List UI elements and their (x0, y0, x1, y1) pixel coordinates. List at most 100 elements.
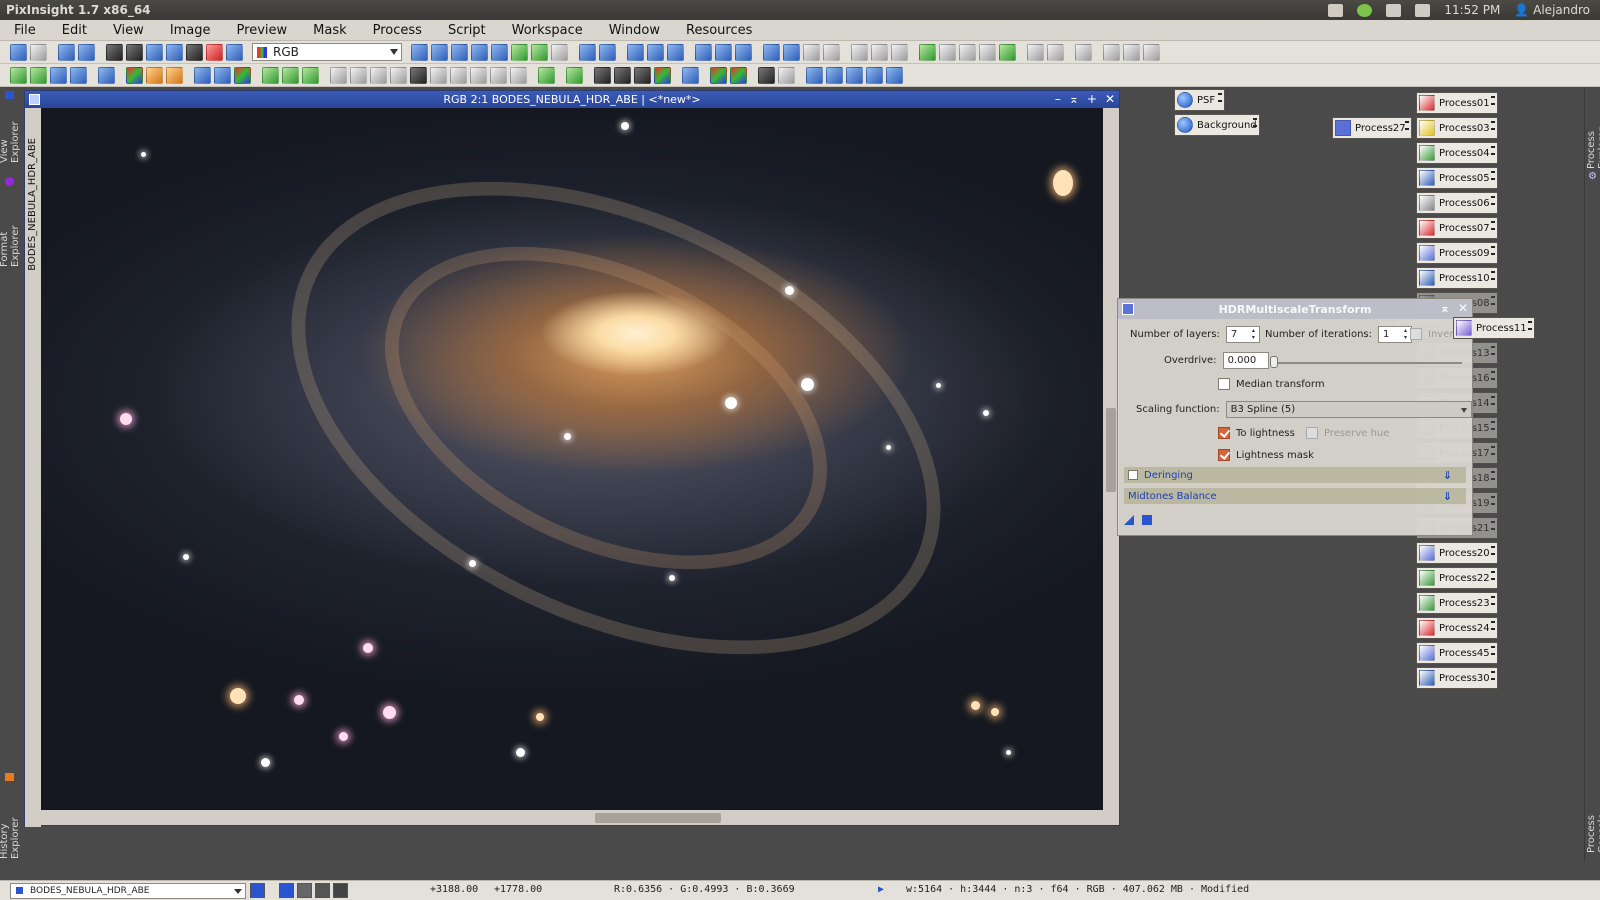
overdrive-slider-knob[interactable] (1270, 356, 1278, 368)
new-image-icon[interactable] (106, 43, 123, 61)
channel-r-icon[interactable] (297, 883, 312, 898)
pointer-icon[interactable] (551, 43, 568, 61)
tool-15-icon[interactable] (330, 66, 347, 84)
vertical-scroll-thumb[interactable] (1106, 408, 1116, 492)
process-icon-process06[interactable]: Process06 (1416, 192, 1498, 214)
extra-6-icon[interactable] (1143, 43, 1160, 61)
pan-icon[interactable] (411, 43, 428, 61)
zoom-3-icon[interactable] (667, 43, 684, 61)
tool-36-icon[interactable] (806, 66, 823, 84)
update-icon[interactable] (1357, 3, 1373, 17)
extra-4-icon[interactable] (1103, 43, 1120, 61)
process-icon-process20[interactable]: Process20 (1416, 542, 1498, 564)
tab-view-explorer[interactable]: View Explorer (0, 91, 21, 163)
menu-file[interactable]: File (0, 23, 49, 38)
tool-35-icon[interactable] (778, 66, 795, 84)
expand-icon[interactable]: ⇓ (1443, 490, 1452, 503)
stf-icon[interactable] (186, 43, 203, 61)
tool-17-icon[interactable] (370, 66, 387, 84)
menu-mask[interactable]: Mask (300, 23, 359, 38)
zoom-2-icon[interactable] (647, 43, 664, 61)
tool-2-icon[interactable] (30, 66, 47, 84)
clock[interactable]: 11:52 PM (1444, 3, 1500, 17)
process-icon-process24[interactable]: Process24 (1416, 617, 1498, 639)
dialog-titlebar[interactable]: HDRMultiscaleTransform ⌅ ✕ (1118, 299, 1472, 319)
extra-3-icon[interactable] (1075, 43, 1092, 61)
dynamic-icon[interactable] (531, 43, 548, 61)
menu-window[interactable]: Window (596, 23, 673, 38)
shade-icon[interactable]: ⌅ (1440, 301, 1450, 315)
extra-2-icon[interactable] (1047, 43, 1064, 61)
menu-resources[interactable]: Resources (673, 23, 765, 38)
maximize-icon[interactable]: + (1087, 92, 1097, 106)
tool-23-icon[interactable] (490, 66, 507, 84)
view-icon[interactable] (763, 43, 780, 61)
view-3-icon[interactable] (803, 43, 820, 61)
horizontal-scrollbar[interactable] (41, 810, 1104, 825)
view-select[interactable]: BODES_NEBULA_HDR_ABE (10, 882, 246, 899)
close-icon[interactable]: ✕ (1105, 92, 1115, 106)
process-icon-process22[interactable]: Process22 (1416, 567, 1498, 589)
view-4-icon[interactable] (823, 43, 840, 61)
tool-38-icon[interactable] (846, 66, 863, 84)
process-icon-process03[interactable]: Process03 (1416, 117, 1498, 139)
tool-26-icon[interactable] (566, 66, 583, 84)
zoom-out-icon[interactable] (599, 43, 616, 61)
screen-icon[interactable] (226, 43, 243, 61)
tab-process-explorer[interactable]: Process Explorer (1586, 91, 1600, 169)
extra-1-icon[interactable] (1027, 43, 1044, 61)
view-mode-icon[interactable] (250, 883, 265, 898)
tool-9-icon[interactable] (194, 66, 211, 84)
tool-14-icon[interactable] (302, 66, 319, 84)
tool-27-icon[interactable] (594, 66, 611, 84)
horizontal-scroll-thumb[interactable] (595, 813, 721, 823)
tool-13-icon[interactable] (282, 66, 299, 84)
tool-31-icon[interactable] (682, 66, 699, 84)
tool-40-icon[interactable] (886, 66, 903, 84)
process-icon-process27[interactable]: Process27 (1332, 117, 1412, 139)
new-instance-icon[interactable] (1124, 515, 1134, 525)
undo-icon[interactable] (10, 43, 27, 61)
menu-process[interactable]: Process (360, 23, 435, 38)
process-icon-process30[interactable]: Process30 (1416, 667, 1498, 689)
tool-1-icon[interactable] (10, 66, 27, 84)
zoom-1-icon[interactable] (627, 43, 644, 61)
link-2-icon[interactable] (871, 43, 888, 61)
redo-icon[interactable] (30, 43, 47, 61)
tool-33-icon[interactable] (730, 66, 747, 84)
zoom-fit-icon[interactable] (431, 43, 448, 61)
process-icon-process45[interactable]: Process45 (1416, 642, 1498, 664)
link-icon[interactable] (851, 43, 868, 61)
window-fit-icon[interactable] (695, 43, 712, 61)
tool-32-icon[interactable] (710, 66, 727, 84)
tool-39-icon[interactable] (866, 66, 883, 84)
tool-37-icon[interactable] (826, 66, 843, 84)
tool-6-icon[interactable] (126, 66, 143, 84)
preview-2-icon[interactable] (939, 43, 956, 61)
menu-edit[interactable]: Edit (49, 23, 100, 38)
tool-30-icon[interactable] (654, 66, 671, 84)
preview-5-icon[interactable] (999, 43, 1016, 61)
preview-3-icon[interactable] (959, 43, 976, 61)
expand-icon[interactable]: ⇓ (1443, 469, 1452, 482)
tool-4-icon[interactable] (70, 66, 87, 84)
tool-7-icon[interactable] (146, 66, 163, 84)
channel-rgb-icon[interactable] (279, 883, 294, 898)
median-checkbox[interactable] (1218, 378, 1230, 390)
tool-21-icon[interactable] (450, 66, 467, 84)
scaling-combo[interactable]: B3 Spline (5) (1225, 401, 1472, 418)
deringing-section[interactable]: Deringing ⇓ (1124, 467, 1466, 483)
overdrive-input[interactable]: 0.000 (1222, 352, 1269, 369)
tool-29-icon[interactable] (634, 66, 651, 84)
minimize-icon[interactable]: – (1055, 92, 1061, 106)
tool-10-icon[interactable] (214, 66, 231, 84)
process-icon[interactable] (166, 43, 183, 61)
tool-5-icon[interactable] (98, 66, 115, 84)
preview-4-icon[interactable] (979, 43, 996, 61)
menu-preview[interactable]: Preview (224, 23, 301, 38)
shade-icon[interactable]: ⌅ (1069, 92, 1079, 106)
apply-icon[interactable] (1142, 515, 1152, 525)
deringing-checkbox[interactable] (1128, 470, 1138, 480)
process-icon-process09[interactable]: Process09 (1416, 242, 1498, 264)
process-icon-background[interactable]: Background (1174, 114, 1260, 136)
